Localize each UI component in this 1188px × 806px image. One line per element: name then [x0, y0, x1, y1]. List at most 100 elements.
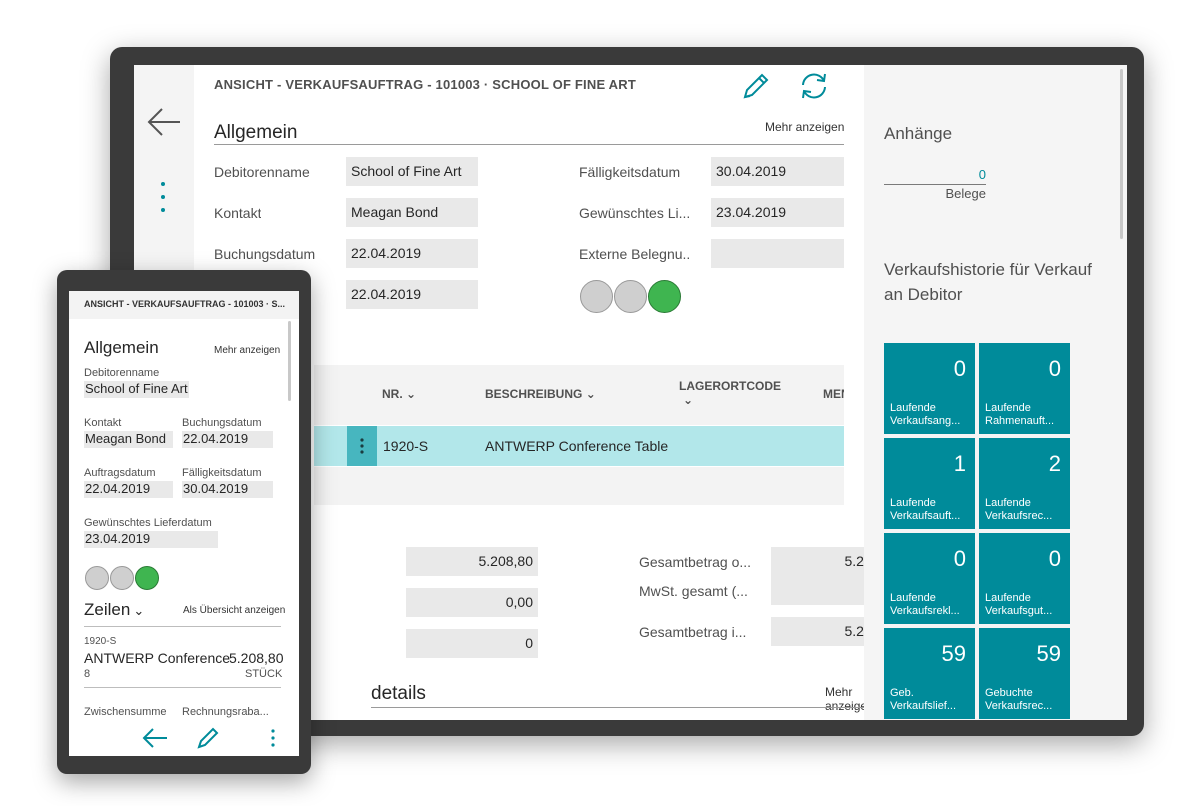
factbox-scrollbar[interactable] — [1120, 69, 1123, 239]
tile-label-line-1: Laufende — [890, 592, 936, 604]
total-left-2-field: 0,00 — [406, 588, 538, 617]
tile-label: Laufende Verkaufsrekl... — [890, 592, 970, 618]
tile-value: 0 — [1048, 546, 1061, 571]
phone-auftragsdatum-field[interactable]: 22.04.2019 — [84, 481, 173, 498]
belege-underline — [884, 184, 986, 185]
edit-pencil-icon[interactable] — [194, 725, 222, 751]
belege-label: Belege — [945, 186, 986, 201]
phone-zwischensumme-label: Zwischensumme — [84, 706, 167, 718]
phone-auftragsdatum-label: Auftragsdatum — [84, 467, 156, 479]
tile-label-line-2: Verkaufsauft... — [890, 510, 961, 522]
phone-debitorenname-label: Debitorenname — [84, 367, 160, 379]
row-nr-cell[interactable]: 1920-S — [383, 438, 428, 454]
back-arrow-icon[interactable] — [146, 105, 182, 139]
phone-scrollbar[interactable] — [288, 321, 291, 401]
factbox-pane: Anhänge 0 Belege Verkaufshistorie für Ve… — [864, 65, 1127, 720]
tile-label-line-2: Rahmenauft... — [985, 415, 1055, 427]
phone-line-qty: 8 — [84, 668, 91, 680]
phone-lines-overview[interactable]: Als Übersicht anzeigen — [183, 605, 285, 616]
history-tile[interactable]: 59 Gebuchte Verkaufsrec... — [979, 628, 1070, 719]
attachments-heading: Anhänge — [884, 124, 953, 143]
tile-label-line-2: Verkaufsrekl... — [890, 605, 960, 617]
tile-value: 2 — [1048, 451, 1061, 476]
history-tile[interactable]: 2 Laufende Verkaufsrec... — [979, 438, 1070, 529]
phone-kontakt-field[interactable]: Meagan Bond — [84, 431, 173, 448]
column-header-menge[interactable]: MEN — [823, 387, 844, 401]
tile-label: Laufende Verkaufsrec... — [985, 497, 1065, 523]
column-header-nr[interactable]: NR. ⌄ — [382, 387, 416, 401]
tile-value: 1 — [953, 451, 966, 476]
tile-label: Laufende Rahmenauft... — [985, 402, 1065, 428]
tile-label-line-2: Verkaufsang... — [890, 415, 961, 427]
chevron-down-icon: ⌄ — [683, 393, 694, 407]
column-header-lagerortcode[interactable]: LAGERORTCODE ⌄ — [679, 379, 781, 407]
phone-lieferdatum-label: Gewünschtes Lieferdatum — [84, 517, 212, 529]
phone-buchungsdatum-label: Buchungsdatum — [182, 417, 262, 429]
more-vertical-icon[interactable] — [156, 180, 170, 216]
mwst-label: MwSt. gesamt (... — [639, 583, 748, 599]
tile-label-line-1: Laufende — [985, 402, 1031, 414]
history-tile[interactable]: 0 Laufende Rahmenauft... — [979, 343, 1070, 434]
tile-label-line-1: Laufende — [890, 497, 936, 509]
phone-kontakt-label: Kontakt — [84, 417, 122, 429]
history-heading-line-1: Verkaufshistorie für Verkauf — [884, 260, 1092, 279]
belege-count[interactable]: 0 — [884, 167, 986, 182]
history-tile[interactable]: 1 Laufende Verkaufsauft... — [884, 438, 975, 529]
phone-faelligkeit-label: Fälligkeitsdatum — [182, 467, 262, 479]
phone-buchungsdatum-field[interactable]: 22.04.2019 — [182, 431, 273, 448]
tile-label: Laufende Verkaufsang... — [890, 402, 970, 428]
tile-label-line-1: Laufende — [890, 402, 936, 414]
phone-line-amount[interactable]: 5.208,80 — [229, 650, 284, 666]
chevron-down-icon: ⌄ — [406, 387, 417, 401]
chevron-down-icon: ⌄ — [133, 603, 145, 618]
phone-device: ANSICHT - VERKAUFSAUFTRAG - 101003 · S..… — [57, 270, 311, 774]
phone-status-grey-2 — [110, 566, 134, 590]
tile-value: 0 — [1048, 356, 1061, 381]
tile-label-line-1: Gebuchte — [985, 687, 1033, 699]
tile-label: Laufende Verkaufsgut... — [985, 592, 1065, 618]
history-tile[interactable]: 0 Laufende Verkaufsrekl... — [884, 533, 975, 624]
phone-page-title: ANSICHT - VERKAUFSAUFTRAG - 101003 · S..… — [84, 299, 286, 309]
phone-rechnungsrabatt-label: Rechnungsraba... — [182, 706, 269, 718]
phone-line-description[interactable]: ANTWERP Conference... — [84, 650, 230, 666]
phone-divider — [84, 626, 281, 627]
phone-lieferdatum-field[interactable]: 23.04.2019 — [84, 531, 218, 548]
phone-screen: ANSICHT - VERKAUFSAUFTRAG - 101003 · S..… — [69, 291, 299, 756]
phone-debitorenname-field[interactable]: School of Fine Art — [84, 381, 189, 398]
tile-label: Gebuchte Verkaufsrec... — [985, 687, 1065, 713]
tile-value: 59 — [1036, 641, 1061, 666]
phone-bottom-bar — [69, 721, 299, 756]
total-left-3-field: 0 — [406, 629, 538, 658]
tile-label-line-2: Verkaufsgut... — [985, 605, 1053, 617]
row-description-cell[interactable]: ANTWERP Conference Table — [485, 438, 668, 454]
history-tile[interactable]: 0 Laufende Verkaufsang... — [884, 343, 975, 434]
phone-faelligkeit-field[interactable]: 30.04.2019 — [182, 481, 273, 498]
chevron-down-icon: ⌄ — [585, 387, 596, 401]
back-arrow-icon[interactable] — [141, 725, 169, 751]
row-actions-icon[interactable] — [347, 426, 377, 466]
history-tile[interactable]: 59 Geb. Verkaufslief... — [884, 628, 975, 719]
more-vertical-icon[interactable] — [259, 725, 287, 751]
tile-label: Geb. Verkaufslief... — [890, 687, 970, 713]
tile-label-line-2: Verkaufsrec... — [985, 510, 1053, 522]
history-tile[interactable]: 0 Laufende Verkaufsgut... — [979, 533, 1070, 624]
phone-show-more[interactable]: Mehr anzeigen — [214, 345, 280, 356]
phone-lines-heading[interactable]: Zeilen ⌄ — [84, 600, 144, 620]
tile-label-line-1: Laufende — [985, 592, 1031, 604]
tile-label-line-1: Geb. — [890, 687, 914, 699]
total-left-1-field: 5.208,80 — [406, 547, 538, 576]
table-row-empty[interactable] — [314, 467, 844, 505]
phone-divider — [84, 687, 281, 688]
tile-value: 59 — [941, 641, 966, 666]
tile-value: 0 — [953, 546, 966, 571]
column-header-beschreibung[interactable]: BESCHREIBUNG ⌄ — [485, 387, 596, 401]
phone-status-grey-1 — [85, 566, 109, 590]
phone-line-unit: STÜCK — [245, 668, 283, 680]
phone-line-nr[interactable]: 1920-S — [84, 636, 116, 647]
tile-label-line-1: Laufende — [985, 497, 1031, 509]
tile-label-line-2: Verkaufslief... — [890, 700, 957, 712]
details-section-heading[interactable]: details — [371, 683, 426, 705]
phone-title-bar: ANSICHT - VERKAUFSAUFTRAG - 101003 · S..… — [69, 291, 299, 319]
history-heading-line-2: an Debitor — [884, 285, 963, 304]
phone-general-heading[interactable]: Allgemein — [84, 338, 159, 358]
